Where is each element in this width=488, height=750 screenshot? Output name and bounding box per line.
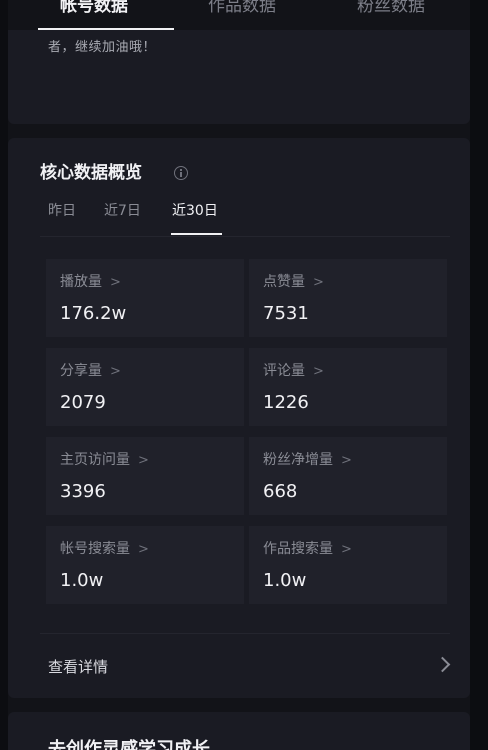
metric-label: 分享量 — [60, 363, 102, 379]
chevron-right-icon: > — [313, 364, 324, 379]
info-circle-icon[interactable] — [174, 166, 188, 180]
metric-label: 播放量 — [60, 274, 102, 290]
metric-share-count[interactable]: 分享量 > 2079 — [46, 348, 244, 426]
metric-value: 3396 — [60, 481, 106, 502]
metric-net-follower-growth[interactable]: 粉丝净增量 > 668 — [249, 437, 447, 515]
period-tab-30-days[interactable]: 近30日 — [172, 202, 218, 220]
chevron-right-icon: > — [138, 453, 149, 468]
metric-value: 1.0w — [263, 570, 307, 591]
metric-account-searches[interactable]: 帐号搜索量 > 1.0w — [46, 526, 244, 604]
metric-like-count[interactable]: 点赞量 > 7531 — [249, 259, 447, 337]
metric-label: 主页访问量 — [60, 452, 130, 468]
period-tab-7-days[interactable]: 近7日 — [104, 202, 141, 220]
metric-play-count[interactable]: 播放量 > 176.2w — [46, 259, 244, 337]
chevron-right-icon: > — [110, 364, 121, 379]
details-divider — [40, 633, 450, 634]
tab-works-data[interactable]: 作品数据 — [208, 0, 276, 18]
chevron-right-icon: > — [110, 275, 121, 290]
metric-label: 帐号搜索量 — [60, 541, 130, 557]
tab-account-data[interactable]: 帐号数据 — [60, 0, 128, 18]
period-divider — [40, 236, 450, 237]
chevron-right-icon: > — [341, 453, 352, 468]
view-details-button[interactable]: 查看详情 — [40, 640, 451, 692]
view-details-label: 查看详情 — [48, 658, 109, 676]
metric-label: 评论量 — [263, 363, 305, 379]
account-data-page: 帐号数据 作品数据 粉丝数据 者，继续加油哦！ 核心数据概览 昨日 近7日 近3… — [0, 0, 488, 750]
metric-comment-count[interactable]: 评论量 > 1226 — [249, 348, 447, 426]
metric-works-searches[interactable]: 作品搜索量 > 1.0w — [249, 526, 447, 604]
metric-value: 176.2w — [60, 303, 127, 324]
summary-card: 者，继续加油哦！ — [8, 30, 470, 124]
metric-profile-visits[interactable]: 主页访问量 > 3396 — [46, 437, 244, 515]
metric-value: 1226 — [263, 392, 309, 413]
inspiration-card-title: 去创作灵感学习成长 — [48, 739, 210, 750]
top-tab-bar: 帐号数据 作品数据 粉丝数据 — [0, 0, 488, 30]
encouragement-text: 者，继续加油哦！ — [48, 40, 157, 55]
metric-label: 粉丝净增量 — [263, 452, 333, 468]
metric-value: 7531 — [263, 303, 309, 324]
left-edge — [0, 0, 8, 750]
tab-fans-data[interactable]: 粉丝数据 — [357, 0, 425, 18]
chevron-right-icon: > — [341, 542, 352, 557]
metric-value: 2079 — [60, 392, 106, 413]
metric-value: 1.0w — [60, 570, 104, 591]
chevron-right-icon — [434, 656, 451, 673]
chevron-right-icon: > — [313, 275, 324, 290]
metric-label: 作品搜索量 — [263, 541, 333, 557]
period-tab-yesterday[interactable]: 昨日 — [48, 202, 76, 220]
metric-label: 点赞量 — [263, 274, 305, 290]
chevron-right-icon: > — [138, 542, 149, 557]
active-period-underline — [171, 233, 222, 235]
right-edge — [470, 0, 488, 750]
metric-value: 668 — [263, 481, 298, 502]
core-data-title: 核心数据概览 — [40, 163, 142, 183]
